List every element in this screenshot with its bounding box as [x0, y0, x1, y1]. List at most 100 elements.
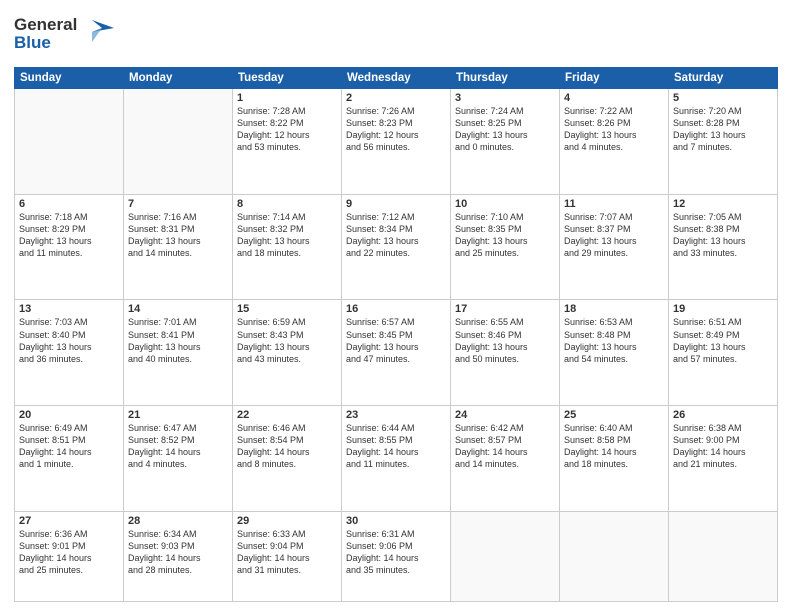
calendar-cell: 27Sunrise: 6:36 AMSunset: 9:01 PMDayligh… [15, 511, 124, 601]
cell-info: Sunrise: 6:55 AMSunset: 8:46 PMDaylight:… [455, 316, 555, 365]
day-number: 10 [455, 198, 555, 210]
cell-info: Sunrise: 6:49 AMSunset: 8:51 PMDaylight:… [19, 422, 119, 471]
cell-info: Sunrise: 6:57 AMSunset: 8:45 PMDaylight:… [346, 316, 446, 365]
calendar-cell: 25Sunrise: 6:40 AMSunset: 8:58 PMDayligh… [560, 406, 669, 512]
cell-info: Sunrise: 6:53 AMSunset: 8:48 PMDaylight:… [564, 316, 664, 365]
cell-info: Sunrise: 7:01 AMSunset: 8:41 PMDaylight:… [128, 316, 228, 365]
calendar-cell: 26Sunrise: 6:38 AMSunset: 9:00 PMDayligh… [669, 406, 778, 512]
day-number: 12 [673, 198, 773, 210]
day-number: 25 [564, 409, 664, 421]
day-number: 16 [346, 303, 446, 315]
cell-info: Sunrise: 6:31 AMSunset: 9:06 PMDaylight:… [346, 528, 446, 577]
svg-text:Blue: Blue [14, 33, 51, 52]
col-header-saturday: Saturday [669, 68, 778, 89]
logo-text: General Blue [14, 10, 124, 59]
cell-info: Sunrise: 7:24 AMSunset: 8:25 PMDaylight:… [455, 105, 555, 154]
calendar-cell: 19Sunrise: 6:51 AMSunset: 8:49 PMDayligh… [669, 300, 778, 406]
day-number: 15 [237, 303, 337, 315]
col-header-sunday: Sunday [15, 68, 124, 89]
cell-info: Sunrise: 6:51 AMSunset: 8:49 PMDaylight:… [673, 316, 773, 365]
calendar-table: SundayMondayTuesdayWednesdayThursdayFrid… [14, 67, 778, 602]
day-number: 23 [346, 409, 446, 421]
cell-info: Sunrise: 6:38 AMSunset: 9:00 PMDaylight:… [673, 422, 773, 471]
page: General Blue SundayMondayTuesdayWednesda… [0, 0, 792, 612]
cell-info: Sunrise: 6:42 AMSunset: 8:57 PMDaylight:… [455, 422, 555, 471]
cell-info: Sunrise: 6:46 AMSunset: 8:54 PMDaylight:… [237, 422, 337, 471]
col-header-friday: Friday [560, 68, 669, 89]
cell-info: Sunrise: 7:10 AMSunset: 8:35 PMDaylight:… [455, 211, 555, 260]
day-number: 9 [346, 198, 446, 210]
day-number: 20 [19, 409, 119, 421]
cell-info: Sunrise: 6:34 AMSunset: 9:03 PMDaylight:… [128, 528, 228, 577]
calendar-cell: 4Sunrise: 7:22 AMSunset: 8:26 PMDaylight… [560, 89, 669, 195]
cell-info: Sunrise: 7:22 AMSunset: 8:26 PMDaylight:… [564, 105, 664, 154]
cell-info: Sunrise: 7:07 AMSunset: 8:37 PMDaylight:… [564, 211, 664, 260]
calendar-cell: 3Sunrise: 7:24 AMSunset: 8:25 PMDaylight… [451, 89, 560, 195]
day-number: 18 [564, 303, 664, 315]
day-number: 14 [128, 303, 228, 315]
cell-info: Sunrise: 6:36 AMSunset: 9:01 PMDaylight:… [19, 528, 119, 577]
calendar-cell: 17Sunrise: 6:55 AMSunset: 8:46 PMDayligh… [451, 300, 560, 406]
day-number: 7 [128, 198, 228, 210]
day-number: 22 [237, 409, 337, 421]
day-number: 3 [455, 92, 555, 104]
cell-info: Sunrise: 7:14 AMSunset: 8:32 PMDaylight:… [237, 211, 337, 260]
calendar-cell [124, 89, 233, 195]
calendar-cell: 16Sunrise: 6:57 AMSunset: 8:45 PMDayligh… [342, 300, 451, 406]
calendar-cell: 5Sunrise: 7:20 AMSunset: 8:28 PMDaylight… [669, 89, 778, 195]
col-header-tuesday: Tuesday [233, 68, 342, 89]
col-header-wednesday: Wednesday [342, 68, 451, 89]
calendar-cell: 15Sunrise: 6:59 AMSunset: 8:43 PMDayligh… [233, 300, 342, 406]
week-row-5: 27Sunrise: 6:36 AMSunset: 9:01 PMDayligh… [15, 511, 778, 601]
day-number: 28 [128, 515, 228, 527]
cell-info: Sunrise: 6:47 AMSunset: 8:52 PMDaylight:… [128, 422, 228, 471]
day-number: 4 [564, 92, 664, 104]
day-number: 17 [455, 303, 555, 315]
calendar-cell: 2Sunrise: 7:26 AMSunset: 8:23 PMDaylight… [342, 89, 451, 195]
calendar-cell: 24Sunrise: 6:42 AMSunset: 8:57 PMDayligh… [451, 406, 560, 512]
calendar-cell: 11Sunrise: 7:07 AMSunset: 8:37 PMDayligh… [560, 194, 669, 300]
cell-info: Sunrise: 6:40 AMSunset: 8:58 PMDaylight:… [564, 422, 664, 471]
day-number: 5 [673, 92, 773, 104]
svg-text:General: General [14, 15, 77, 34]
calendar-cell: 12Sunrise: 7:05 AMSunset: 8:38 PMDayligh… [669, 194, 778, 300]
day-number: 30 [346, 515, 446, 527]
day-number: 21 [128, 409, 228, 421]
week-row-4: 20Sunrise: 6:49 AMSunset: 8:51 PMDayligh… [15, 406, 778, 512]
calendar-cell: 20Sunrise: 6:49 AMSunset: 8:51 PMDayligh… [15, 406, 124, 512]
col-header-monday: Monday [124, 68, 233, 89]
calendar-cell: 9Sunrise: 7:12 AMSunset: 8:34 PMDaylight… [342, 194, 451, 300]
calendar-cell: 22Sunrise: 6:46 AMSunset: 8:54 PMDayligh… [233, 406, 342, 512]
day-number: 13 [19, 303, 119, 315]
calendar-cell [560, 511, 669, 601]
calendar-cell: 14Sunrise: 7:01 AMSunset: 8:41 PMDayligh… [124, 300, 233, 406]
week-row-1: 1Sunrise: 7:28 AMSunset: 8:22 PMDaylight… [15, 89, 778, 195]
cell-info: Sunrise: 7:20 AMSunset: 8:28 PMDaylight:… [673, 105, 773, 154]
cell-info: Sunrise: 7:03 AMSunset: 8:40 PMDaylight:… [19, 316, 119, 365]
calendar-cell: 13Sunrise: 7:03 AMSunset: 8:40 PMDayligh… [15, 300, 124, 406]
day-number: 6 [19, 198, 119, 210]
calendar-cell [669, 511, 778, 601]
calendar-cell [451, 511, 560, 601]
day-number: 2 [346, 92, 446, 104]
calendar-cell: 8Sunrise: 7:14 AMSunset: 8:32 PMDaylight… [233, 194, 342, 300]
cell-info: Sunrise: 7:28 AMSunset: 8:22 PMDaylight:… [237, 105, 337, 154]
calendar-header-row: SundayMondayTuesdayWednesdayThursdayFrid… [15, 68, 778, 89]
cell-info: Sunrise: 7:05 AMSunset: 8:38 PMDaylight:… [673, 211, 773, 260]
day-number: 11 [564, 198, 664, 210]
calendar-body: 1Sunrise: 7:28 AMSunset: 8:22 PMDaylight… [15, 89, 778, 602]
cell-info: Sunrise: 7:12 AMSunset: 8:34 PMDaylight:… [346, 211, 446, 260]
calendar-cell: 7Sunrise: 7:16 AMSunset: 8:31 PMDaylight… [124, 194, 233, 300]
week-row-3: 13Sunrise: 7:03 AMSunset: 8:40 PMDayligh… [15, 300, 778, 406]
week-row-2: 6Sunrise: 7:18 AMSunset: 8:29 PMDaylight… [15, 194, 778, 300]
calendar-cell: 30Sunrise: 6:31 AMSunset: 9:06 PMDayligh… [342, 511, 451, 601]
calendar-cell [15, 89, 124, 195]
calendar-cell: 28Sunrise: 6:34 AMSunset: 9:03 PMDayligh… [124, 511, 233, 601]
day-number: 1 [237, 92, 337, 104]
calendar-cell: 23Sunrise: 6:44 AMSunset: 8:55 PMDayligh… [342, 406, 451, 512]
calendar-cell: 18Sunrise: 6:53 AMSunset: 8:48 PMDayligh… [560, 300, 669, 406]
day-number: 8 [237, 198, 337, 210]
calendar-cell: 1Sunrise: 7:28 AMSunset: 8:22 PMDaylight… [233, 89, 342, 195]
calendar-cell: 21Sunrise: 6:47 AMSunset: 8:52 PMDayligh… [124, 406, 233, 512]
header: General Blue [14, 10, 778, 59]
